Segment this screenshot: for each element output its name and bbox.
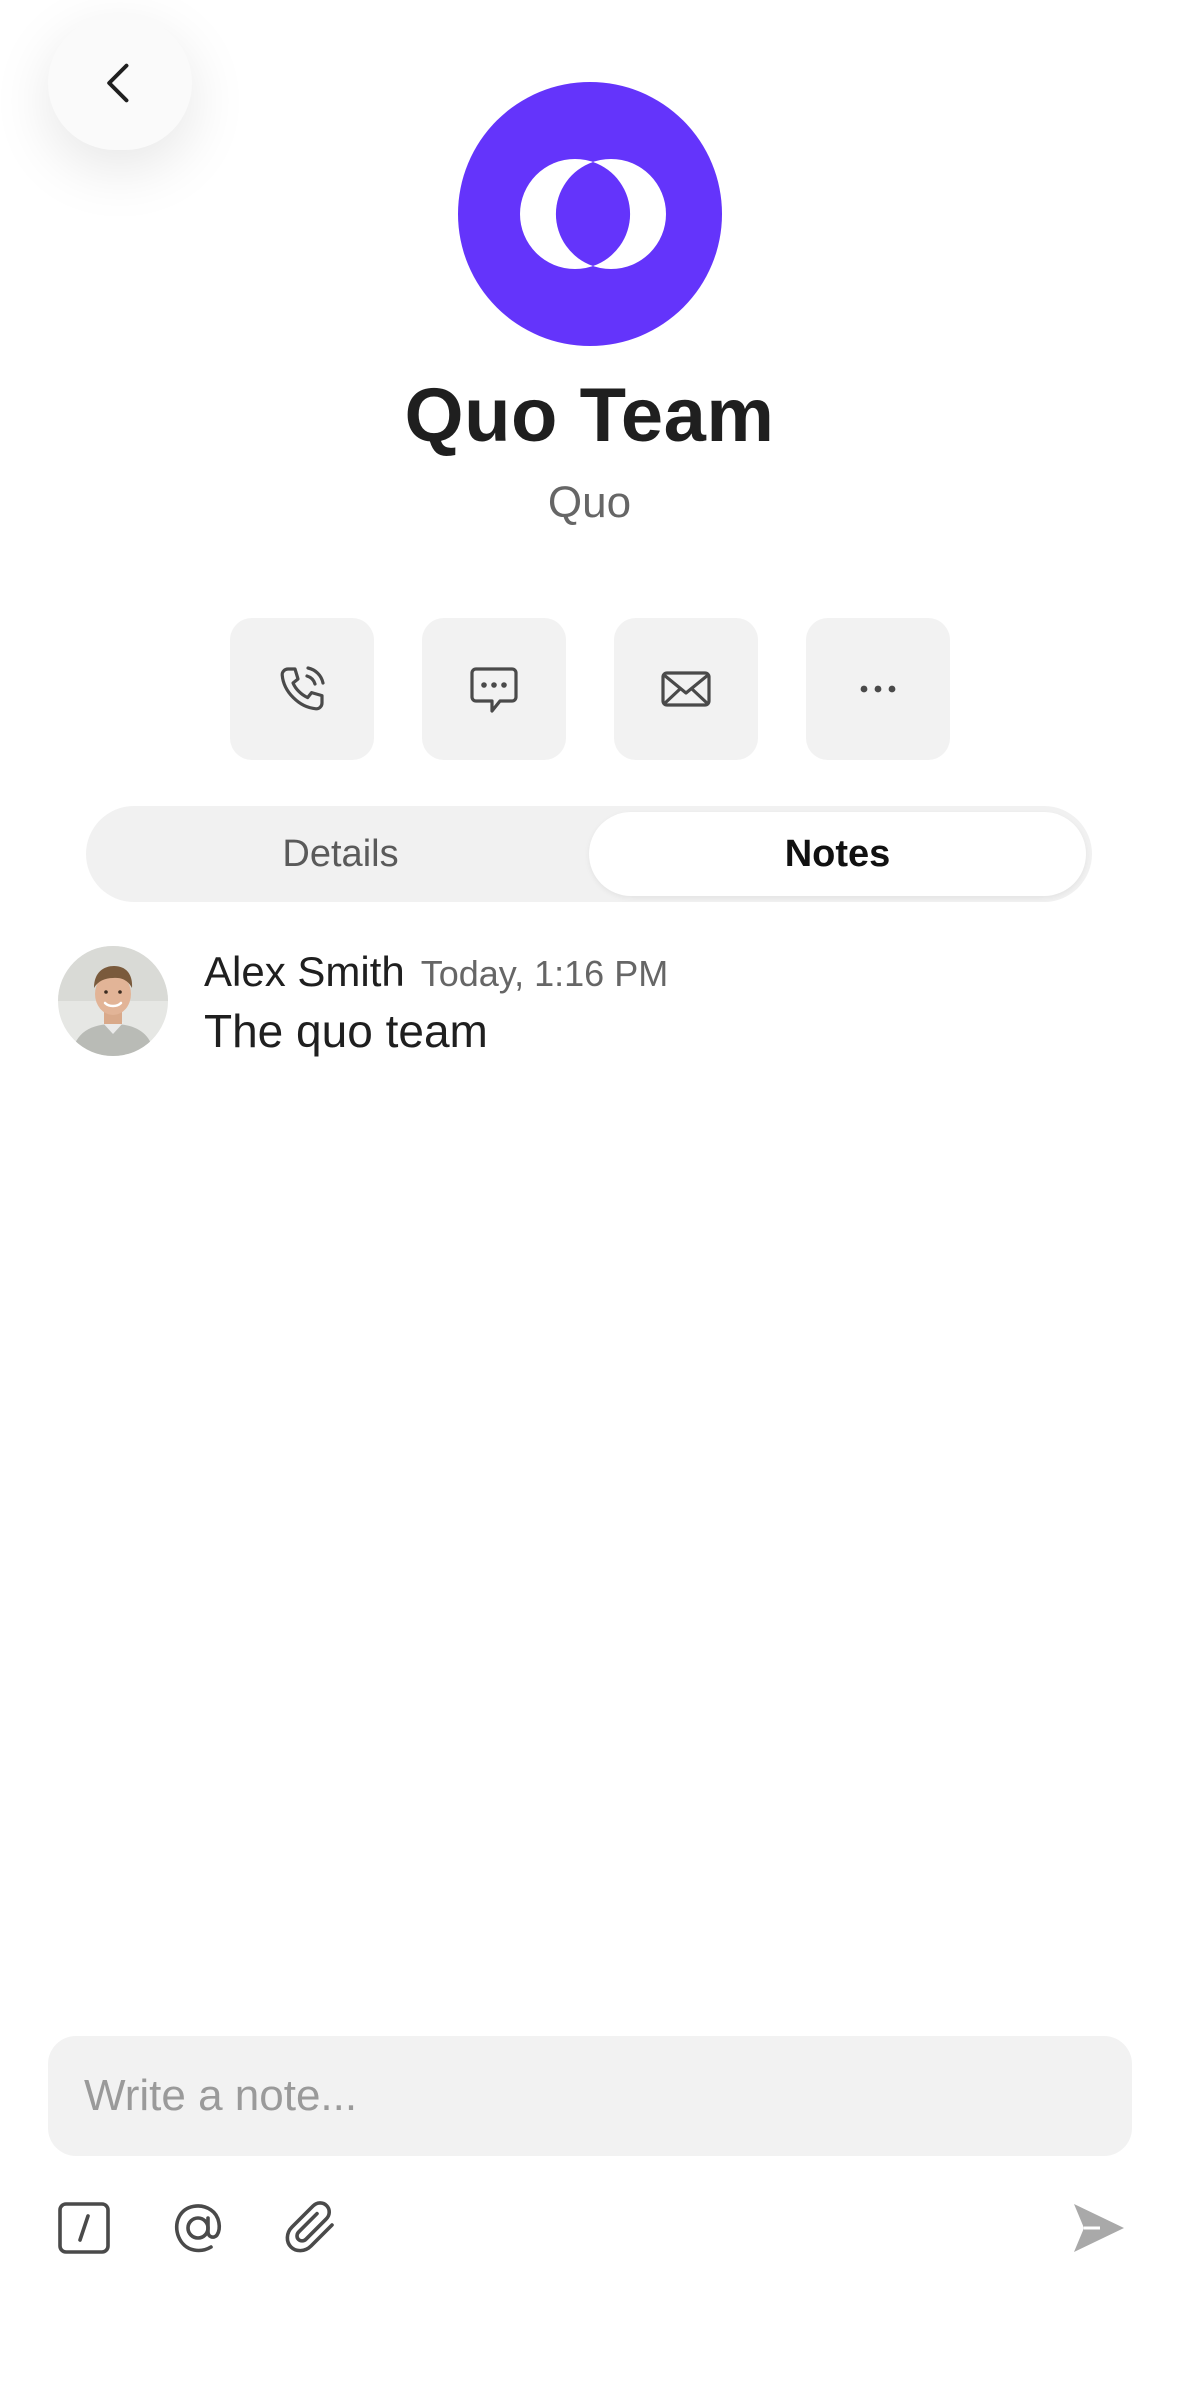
note-input[interactable] — [48, 2036, 1132, 2156]
more-icon — [860, 685, 896, 693]
attachment-icon — [285, 2201, 334, 2253]
contact-avatar — [458, 82, 722, 346]
details-notes-tabs: Details Notes — [86, 806, 1092, 902]
note-timestamp: Today, 1:16 PM — [420, 953, 669, 994]
contact-actions — [230, 618, 950, 760]
message-button[interactable] — [422, 618, 566, 760]
more-button[interactable] — [806, 618, 950, 760]
note-item: Alex Smith Today, 1:16 PM The quo team — [58, 946, 1118, 1058]
send-button[interactable] — [1066, 2196, 1130, 2260]
tab-details[interactable]: Details — [92, 812, 589, 896]
send-icon — [1074, 2204, 1124, 2252]
mention-icon — [174, 2204, 222, 2253]
quo-logo-icon — [520, 159, 666, 269]
note-author: Alex Smith — [204, 948, 405, 995]
attachment-button[interactable] — [280, 2196, 344, 2260]
slash-command-icon — [58, 2202, 110, 2254]
avatar — [58, 946, 168, 1056]
tab-notes[interactable]: Notes — [589, 812, 1086, 896]
email-button[interactable] — [614, 618, 758, 760]
back-button[interactable] — [48, 16, 192, 150]
note-header: Alex Smith Today, 1:16 PM — [204, 948, 668, 996]
contact-name: Quo Team — [404, 373, 775, 458]
note-text: The quo team — [204, 1005, 488, 1057]
call-button[interactable] — [230, 618, 374, 760]
contact-notes-screen: Quo Team Quo Details Notes Alex Smith To… — [0, 0, 1179, 2396]
phone-icon — [280, 666, 325, 711]
chevron-left-icon — [107, 63, 129, 103]
message-icon — [470, 667, 518, 713]
mail-icon — [661, 671, 711, 707]
mention-button[interactable] — [166, 2196, 230, 2260]
note-content: Alex Smith Today, 1:16 PM The quo team — [204, 946, 668, 1058]
contact-company: Quo — [547, 478, 632, 527]
slash-command-button[interactable] — [52, 2196, 116, 2260]
user-photo-icon — [58, 946, 168, 1056]
